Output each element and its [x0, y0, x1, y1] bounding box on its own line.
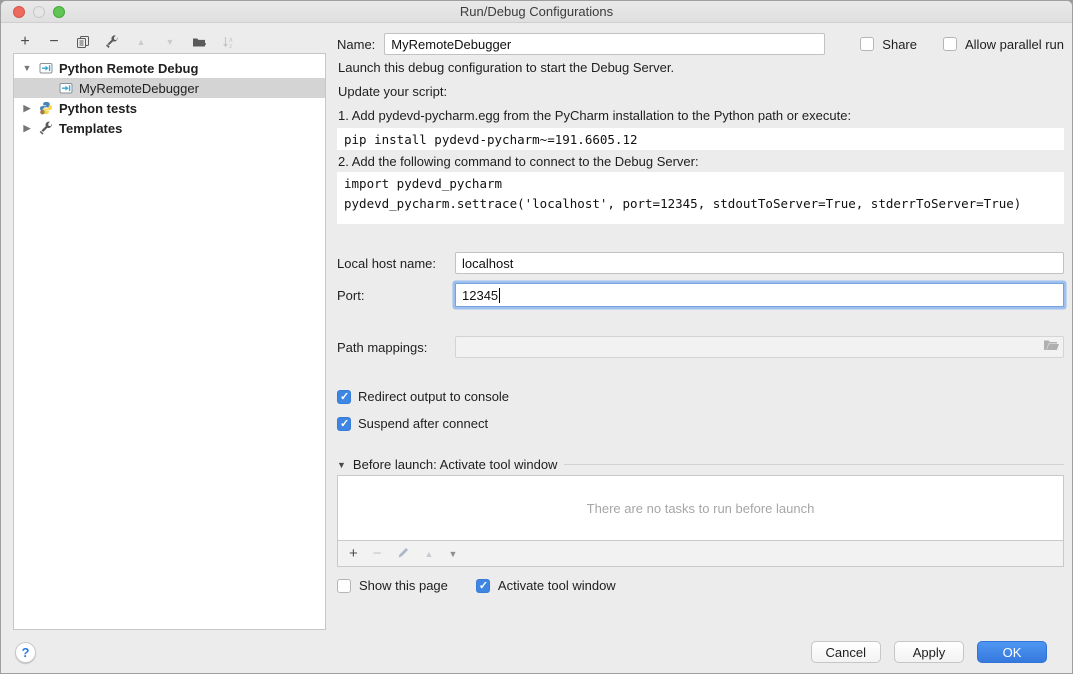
text-cursor: [499, 288, 500, 303]
expand-arrow-icon[interactable]: ▶: [20, 123, 34, 134]
help-icon: ?: [22, 645, 30, 660]
redirect-output-label: Redirect output to console: [358, 389, 509, 404]
instruction-line-2: Update your script:: [338, 84, 447, 100]
show-this-page-checkbox[interactable]: [337, 579, 351, 593]
local-host-name-label: Local host name:: [337, 256, 455, 271]
suspend-after-connect-label: Suspend after connect: [358, 416, 488, 431]
instruction-line-1: Launch this debug configuration to start…: [338, 60, 674, 76]
before-launch-toolbar: + − ▲ ▼: [337, 541, 1064, 567]
remote-debug-icon: [38, 60, 54, 76]
remote-debug-icon: [58, 80, 74, 96]
tree-item-label: Python Remote Debug: [59, 61, 198, 76]
remove-task-icon[interactable]: −: [373, 547, 382, 561]
port-label: Port:: [337, 288, 455, 303]
python-tests-icon: [38, 100, 54, 116]
tree-item-python-tests[interactable]: ▶ Python tests: [14, 98, 325, 118]
svg-text:z: z: [229, 43, 232, 49]
settrace-code-snippet: import pydevd_pycharm pydevd_pycharm.sett…: [337, 172, 1064, 224]
local-host-name-input[interactable]: [455, 252, 1064, 274]
configurations-toolbar: + − ▲ ▼ az: [17, 32, 236, 52]
section-divider: [564, 464, 1064, 465]
apply-button[interactable]: Apply: [894, 641, 964, 663]
dialog-buttons: Cancel Apply OK: [811, 641, 1047, 663]
move-task-up-icon[interactable]: ▲: [425, 549, 434, 559]
before-launch-empty-text: There are no tasks to run before launch: [587, 501, 815, 516]
edit-task-icon[interactable]: [397, 546, 410, 562]
tree-item-label: Templates: [59, 121, 122, 136]
tree-item-label: MyRemoteDebugger: [79, 81, 199, 96]
show-this-page-label: Show this page: [359, 578, 448, 593]
add-task-icon[interactable]: +: [349, 547, 358, 561]
move-up-icon[interactable]: ▲: [133, 34, 149, 50]
run-debug-configurations-dialog: Run/Debug Configurations + − ▲ ▼ az ▼ Py…: [0, 0, 1073, 674]
collapse-arrow-icon[interactable]: ▼: [337, 460, 346, 470]
ok-button[interactable]: OK: [977, 641, 1047, 663]
instruction-step-1: 1. Add pydevd-pycharm.egg from the PyCha…: [338, 108, 851, 124]
suspend-after-connect-checkbox[interactable]: [337, 417, 351, 431]
copy-configuration-icon[interactable]: [75, 34, 91, 50]
new-folder-icon[interactable]: [191, 34, 207, 50]
allow-parallel-run-checkbox[interactable]: [943, 37, 957, 51]
tree-item-myremotedebugger[interactable]: MyRemoteDebugger: [14, 78, 325, 98]
port-input[interactable]: [455, 283, 1064, 307]
activate-tool-window-label: Activate tool window: [498, 578, 616, 593]
help-button[interactable]: ?: [15, 642, 36, 663]
instruction-step-2: 2. Add the following command to connect …: [338, 154, 699, 170]
tree-item-templates[interactable]: ▶ Templates: [14, 118, 325, 138]
collapse-arrow-icon[interactable]: ▼: [20, 63, 34, 73]
tree-item-python-remote-debug[interactable]: ▼ Python Remote Debug: [14, 58, 325, 78]
open-folder-icon[interactable]: [1043, 339, 1059, 355]
minimize-window-button[interactable]: [33, 6, 45, 18]
share-checkbox[interactable]: [860, 37, 874, 51]
allow-parallel-run-label: Allow parallel run: [965, 37, 1064, 52]
move-task-down-icon[interactable]: ▼: [448, 549, 457, 559]
move-down-icon[interactable]: ▼: [162, 34, 178, 50]
pip-install-command: pip install pydevd-pycharm~=191.6605.12: [337, 128, 1064, 150]
zoom-window-button[interactable]: [53, 6, 65, 18]
sort-alphabetically-icon[interactable]: az: [220, 34, 236, 50]
code-line-settrace: pydevd_pycharm.settrace('localhost', por…: [344, 196, 1021, 211]
before-launch-title: Before launch: Activate tool window: [353, 457, 558, 472]
redirect-output-checkbox[interactable]: [337, 390, 351, 404]
name-input[interactable]: [384, 33, 825, 55]
tree-item-label: Python tests: [59, 101, 137, 116]
name-label: Name:: [337, 37, 375, 52]
path-mappings-input[interactable]: [455, 336, 1064, 358]
code-line-import: import pydevd_pycharm: [344, 176, 502, 191]
configurations-tree: ▼ Python Remote Debug MyRemoteDebugger ▶…: [13, 53, 326, 630]
expand-arrow-icon[interactable]: ▶: [20, 103, 34, 114]
cancel-button[interactable]: Cancel: [811, 641, 881, 663]
share-label: Share: [882, 37, 917, 52]
wrench-icon: [38, 120, 54, 136]
add-configuration-icon[interactable]: +: [17, 34, 33, 50]
path-mappings-label: Path mappings:: [337, 340, 455, 355]
edit-configuration-icon[interactable]: [104, 34, 120, 50]
before-launch-task-list: There are no tasks to run before launch: [337, 475, 1064, 541]
configuration-editor: Name: Share Allow parallel run Launch th…: [337, 1, 1064, 674]
close-window-button[interactable]: [13, 6, 25, 18]
activate-tool-window-checkbox[interactable]: [476, 579, 490, 593]
remove-configuration-icon[interactable]: −: [46, 34, 62, 50]
